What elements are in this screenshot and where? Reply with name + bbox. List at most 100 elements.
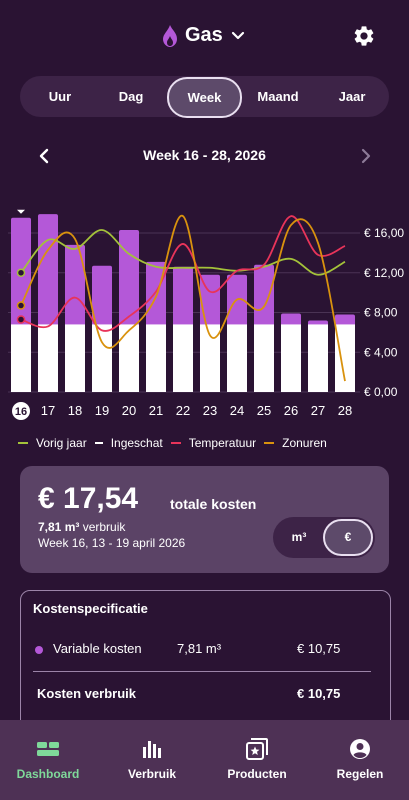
chart-legend: Vorig jaar Ingeschat Temperatuur Zonuren (18, 434, 398, 452)
legend-label: Ingeschat (110, 436, 163, 450)
bar-base (38, 324, 58, 392)
legend-zonuren: Zonuren (264, 436, 327, 450)
x-tick-label: 16 (15, 406, 27, 418)
nav-dashboard[interactable]: Dashboard (8, 720, 88, 800)
legend-swatch (170, 442, 181, 444)
spec-total-label: Kosten verbruik (37, 686, 136, 701)
chevron-right-icon[interactable] (355, 145, 377, 167)
legend-ingeschat: Ingeschat (94, 436, 163, 450)
tab-dag[interactable]: Dag (96, 76, 166, 117)
legend-label: Temperatuur (188, 436, 257, 450)
tab-jaar[interactable]: Jaar (317, 76, 387, 117)
gear-icon[interactable] (352, 24, 376, 48)
y-tick-label: € 16,00 (364, 226, 404, 240)
legend-temperatuur: Temperatuur (170, 436, 257, 450)
account-icon (350, 739, 370, 759)
legend-label: Vorig jaar (36, 436, 87, 450)
bar-base (254, 324, 274, 392)
spec-row-label: Variable kosten (53, 641, 142, 656)
products-icon (246, 738, 268, 760)
series-dot (35, 646, 43, 654)
unit-euro-button[interactable]: € (323, 519, 373, 556)
cost-chart[interactable]: € 0,00 € 4,00 € 8,00 € 12,00 € 16,00 16 17 18 19… (0, 200, 409, 430)
cost-summary-card: € 17,54 totale kosten 7,81 m³ verbruik W… (20, 466, 389, 573)
bar-base (11, 324, 31, 392)
dashboard-icon (37, 742, 59, 756)
total-amount-label: totale kosten (170, 496, 257, 512)
bar-base (65, 324, 85, 392)
total-amount: € 17,54 (38, 482, 139, 515)
period-label: Week 16, 13 - 19 april 2026 (38, 536, 186, 550)
spec-total-row: Kosten verbruik € 10,75 (21, 686, 390, 704)
bar-base (92, 324, 112, 392)
flame-icon (163, 24, 177, 47)
usage-label: verbruik (82, 520, 126, 534)
bottom-navigation: Dashboard Verbruik Producten Regelen (0, 720, 409, 800)
selection-marker (17, 209, 25, 214)
nav-label: Dashboard (16, 767, 80, 781)
energy-selector[interactable]: Gas (163, 24, 245, 47)
y-tick-label: € 12,00 (364, 266, 404, 280)
y-tick-label: € 4,00 (364, 345, 398, 359)
bar (254, 264, 274, 327)
x-tick-label: 20 (122, 403, 136, 418)
spec-title: Kostenspecificatie (33, 601, 148, 616)
x-tick-label: 27 (311, 403, 325, 418)
week-label: Week 16 - 28, 2026 (143, 147, 266, 163)
bar-base (281, 324, 301, 392)
legend-label: Zonuren (282, 436, 327, 450)
chevron-down-icon (231, 31, 244, 39)
bar-base (119, 324, 139, 392)
y-tick-label: € 8,00 (364, 306, 398, 320)
usage-value: 7,81 m³ (38, 520, 80, 534)
bar-base (227, 324, 247, 392)
unit-m3-button[interactable]: m³ (277, 517, 321, 558)
page-title: Gas (185, 24, 223, 46)
legend-swatch (94, 442, 103, 444)
bar (173, 266, 193, 327)
x-tick-label: 19 (95, 403, 109, 418)
x-tick-label: 17 (41, 403, 55, 418)
usage-line: 7,81 m³ verbruik (38, 520, 125, 534)
series-point (16, 268, 26, 277)
nav-label: Regelen (336, 767, 384, 781)
bar-base (173, 324, 193, 392)
nav-label: Verbruik (127, 767, 177, 781)
spec-total-amount: € 10,75 (297, 686, 341, 701)
nav-label: Producten (227, 767, 287, 781)
y-tick-label: € 0,00 (364, 385, 398, 399)
x-tick-label: 25 (257, 403, 271, 418)
spec-row-usage: 7,81 m³ (177, 641, 222, 656)
period-tabs: Uur Dag Week Maand Jaar (20, 76, 389, 118)
x-tick-label: 21 (149, 403, 163, 418)
legend-swatch (264, 442, 275, 444)
legend-vorig-jaar: Vorig jaar (18, 436, 87, 450)
nav-verbruik[interactable]: Verbruik (112, 720, 192, 800)
bar-chart-icon (143, 741, 161, 758)
week-navigation: Week 16 - 28, 2026 (0, 145, 409, 167)
x-tick-label: 23 (203, 403, 217, 418)
bar (38, 214, 58, 327)
bar-base (308, 324, 328, 392)
x-tick-label: 24 (230, 403, 244, 418)
tab-uur[interactable]: Uur (26, 76, 94, 117)
spec-divider (33, 671, 371, 672)
bar-base (335, 324, 355, 392)
x-tick-label: 22 (176, 403, 190, 418)
legend-swatch (18, 442, 28, 444)
spec-row-amount: € 10,75 (297, 641, 341, 656)
bar (65, 244, 85, 327)
series-point (16, 301, 26, 310)
x-tick-label: 26 (284, 403, 298, 418)
nav-producten[interactable]: Producten (216, 720, 298, 800)
tab-week[interactable]: Week (167, 77, 242, 118)
tab-maand[interactable]: Maand (244, 76, 312, 117)
unit-toggle: m³ € (273, 517, 375, 558)
series-point (16, 315, 26, 324)
nav-regelen[interactable]: Regelen (320, 720, 400, 800)
x-tick-label: 28 (338, 403, 352, 418)
header: Gas (0, 22, 409, 52)
bar-base (146, 324, 166, 392)
x-tick-label: 18 (68, 403, 82, 418)
spec-row: Variable kosten 7,81 m³ € 10,75 (21, 641, 390, 659)
